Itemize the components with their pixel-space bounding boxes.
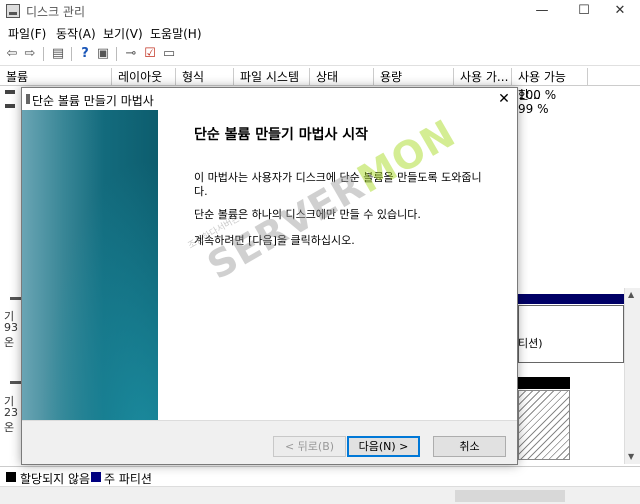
legend-primary: 주 파티션 <box>104 472 152 486</box>
title-bar: 디스크 관리 — ☐ ✕ <box>0 0 640 22</box>
unallocated-bar <box>518 377 570 389</box>
volume-row-icon <box>5 90 15 94</box>
menu-action[interactable]: 동작(A) <box>56 25 96 42</box>
unallocated-region[interactable] <box>518 390 570 460</box>
properties-icon[interactable]: ▤ <box>50 46 66 62</box>
partition-label-fragment: 티션) <box>518 337 543 350</box>
cancel-button[interactable]: 취소 <box>433 436 506 457</box>
wizard-footer: < 뒤로(B) 다음(N) > 취소 <box>22 420 517 464</box>
volume-table-header: 볼륨 레이아웃 형식 파일 시스템 상태 용량 사용 가... 사용 가능한..… <box>0 68 640 102</box>
partition-block[interactable] <box>518 305 624 363</box>
toolbar-separator <box>116 47 117 61</box>
toolbar-separator <box>43 47 44 61</box>
menu-file[interactable]: 파일(F) <box>8 25 46 42</box>
disk-label-fragment: 온 <box>4 421 15 434</box>
toolbar-separator <box>71 47 72 61</box>
window-title: 디스크 관리 <box>26 5 86 19</box>
percent-free-cell: 99 % <box>518 102 549 116</box>
forward-arrow-icon[interactable]: ⇨ <box>22 46 38 62</box>
primary-partition-bar <box>518 294 624 304</box>
horizontal-scrollbar[interactable] <box>0 486 640 504</box>
column-free-space[interactable]: 사용 가... <box>454 68 512 86</box>
wizard-title-bar: 단순 볼륨 만들기 마법사 ✕ <box>22 88 517 110</box>
wizard-heading: 단순 볼륨 만들기 마법사 시작 <box>194 127 369 143</box>
toolbar: ⇦ ⇨ ▤ ? ▣ ⊸ ☑ ▭ <box>0 42 640 66</box>
wizard-close-button[interactable]: ✕ <box>494 89 514 109</box>
new-simple-volume-wizard: 단순 볼륨 만들기 마법사 ✕ 단순 볼륨 만들기 마법사 시작 이 마법사는 … <box>21 87 518 465</box>
menu-view[interactable]: 보기(V) <box>103 25 143 42</box>
percent-free-cell: 100 % <box>518 88 557 102</box>
menu-help[interactable]: 도움말(H) <box>150 25 202 42</box>
legend-bar: 할당되지 않음 주 파티션 <box>0 466 640 486</box>
column-layout[interactable]: 레이아웃 <box>112 68 176 86</box>
column-filesystem[interactable]: 파일 시스템 <box>234 68 310 86</box>
back-button[interactable]: < 뒤로(B) <box>273 436 346 457</box>
column-capacity[interactable]: 용량 <box>374 68 454 86</box>
menu-bar: 파일(F) 동작(A) 보기(V) 도움말(H) <box>0 22 640 42</box>
primary-swatch <box>91 472 101 482</box>
scroll-thumb[interactable] <box>455 490 565 502</box>
wizard-intro-text: 이 마법사는 사용자가 디스크에 단순 볼륨을 만들도록 도와줍니다. <box>194 171 482 198</box>
legend-unallocated: 할당되지 않음 <box>20 472 91 486</box>
next-button[interactable]: 다음(N) > <box>347 436 420 457</box>
disk-label-fragment: 23 <box>4 406 18 419</box>
scroll-up-icon[interactable]: ▲ <box>628 290 634 299</box>
wizard-content: 단순 볼륨 만들기 마법사 시작 이 마법사는 사용자가 디스크에 단순 볼륨을… <box>158 110 517 420</box>
back-arrow-icon[interactable]: ⇦ <box>4 46 20 62</box>
settings-icon[interactable]: ▭ <box>161 46 177 62</box>
wizard-side-banner <box>22 110 158 420</box>
help-icon[interactable]: ? <box>77 46 93 62</box>
minimize-button[interactable]: — <box>520 0 564 22</box>
unallocated-swatch <box>6 472 16 482</box>
connect-icon[interactable]: ⊸ <box>123 46 139 62</box>
disk-label-fragment: 온 <box>4 336 15 349</box>
close-button[interactable]: ✕ <box>598 0 640 22</box>
column-percent-free[interactable]: 사용 가능한... <box>512 68 588 102</box>
wizard-continue-text: 계속하려면 [다음]을 클릭하십시오. <box>194 234 355 247</box>
disk-label-fragment: 93 <box>4 321 18 334</box>
column-status[interactable]: 상태 <box>310 68 374 86</box>
wizard-info-text: 단순 볼륨은 하나의 디스크에만 만들 수 있습니다. <box>194 208 421 221</box>
wizard-icon <box>26 94 30 104</box>
vertical-scrollbar[interactable]: ▲ ▼ <box>624 288 640 464</box>
column-volume[interactable]: 볼륨 <box>0 68 112 86</box>
console-icon[interactable]: ▣ <box>95 46 111 62</box>
scroll-down-icon[interactable]: ▼ <box>628 452 634 461</box>
wizard-title: 단순 볼륨 만들기 마법사 <box>32 94 154 108</box>
check-icon[interactable]: ☑ <box>142 46 158 62</box>
column-type[interactable]: 형식 <box>176 68 234 86</box>
disk-management-icon <box>6 4 20 18</box>
volume-row-icon <box>5 104 15 108</box>
